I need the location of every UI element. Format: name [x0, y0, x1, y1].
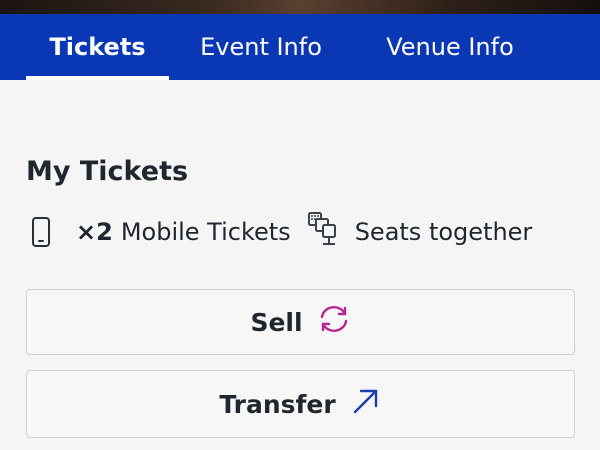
event-hero-image: [0, 0, 600, 14]
seats-together-icon: [307, 211, 341, 253]
transfer-button-label: Transfer: [219, 389, 336, 419]
sync-arrows-icon: [317, 304, 351, 340]
ticket-type-label: Mobile Tickets: [120, 218, 291, 246]
arrow-up-right-icon: [350, 386, 382, 422]
seats-together-label: Seats together: [354, 218, 533, 246]
tab-venue-info[interactable]: Venue Info: [368, 14, 532, 80]
my-tickets-heading: My Tickets: [26, 156, 189, 187]
ticket-info-row: ×2 Mobile Tickets Seats together: [26, 210, 532, 254]
active-tab-indicator: [26, 76, 169, 80]
tab-tickets[interactable]: Tickets: [26, 14, 169, 80]
sell-button[interactable]: Sell: [26, 289, 575, 355]
transfer-button[interactable]: Transfer: [26, 370, 575, 438]
sell-button-label: Sell: [250, 307, 303, 337]
ticket-quantity: ×2: [76, 218, 113, 246]
tab-bar: Tickets Event Info Venue Info: [0, 14, 600, 80]
tab-event-info[interactable]: Event Info: [184, 14, 338, 80]
mobile-phone-icon: [32, 217, 50, 247]
